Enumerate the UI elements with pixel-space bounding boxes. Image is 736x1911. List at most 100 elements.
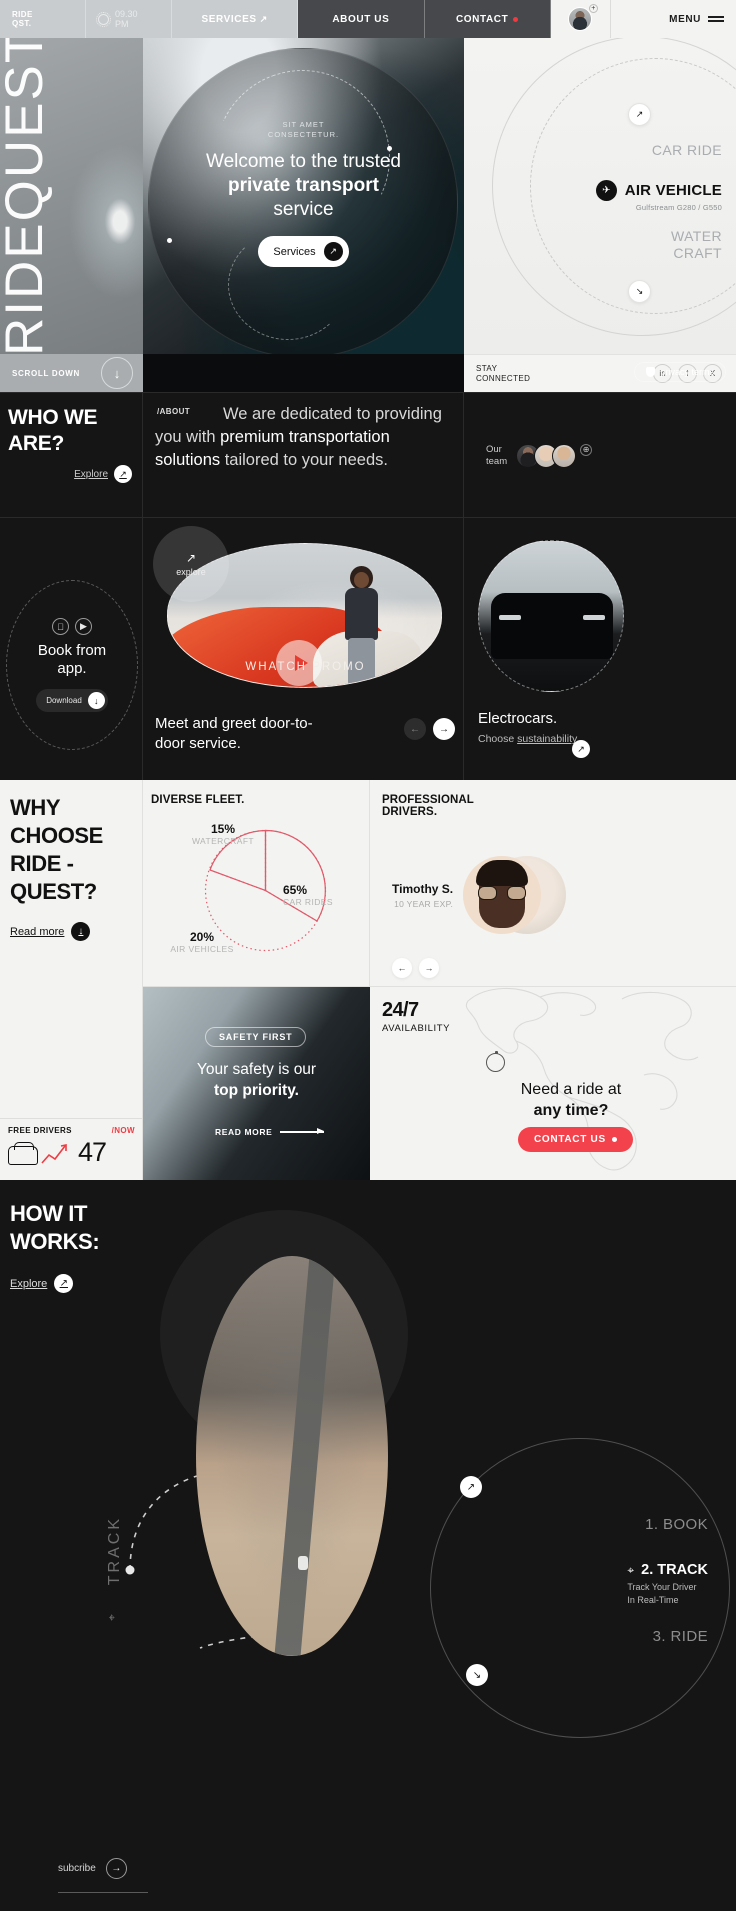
service-option-car-ride[interactable]: CAR RIDE (652, 142, 722, 158)
scroll-down-label: SCROLL DOWN (12, 368, 80, 378)
electrocars-title: Electrocars. (478, 710, 558, 727)
pie-label-car-rides: 65% CAR RIDES (283, 883, 363, 907)
pie-value-car-rides: 65% (283, 883, 308, 897)
avatar-add-icon[interactable]: + (588, 4, 598, 13)
professional-drivers-card: PROFESSIONAL DRIVERS. Timothy S. 10 YEAR… (370, 780, 736, 987)
brand-line2: QST. (12, 19, 32, 28)
nav-item-about-us[interactable]: ABOUT US (298, 0, 425, 38)
google-play-icon[interactable]: ▶ (75, 618, 92, 635)
arrow-down-icon: ↓ (71, 922, 91, 941)
about-text-c: tailored to your needs. (220, 451, 388, 469)
nav-item-about-us-label: ABOUT US (332, 13, 390, 25)
subscribe-button[interactable]: subcribe → (58, 1858, 127, 1879)
ring-chip-bottom[interactable]: ↘ (628, 280, 651, 303)
electrocars-arrow-button[interactable]: ↗ (572, 740, 590, 758)
stay-connected-label: STAY CONNECTED (476, 364, 530, 383)
availability-label: AVAILABILITY (382, 1023, 451, 1034)
our-team-line2: team (486, 455, 508, 467)
our-team-line1: Our (486, 443, 502, 455)
who-we-are-heading-block: WHO WE ARE? Explore ↗ (0, 393, 143, 518)
drivers-prev-button[interactable]: ← (392, 958, 412, 978)
ring-chip-top[interactable]: ↗ (628, 103, 651, 126)
read-more-link[interactable]: Read more ↓ (10, 922, 132, 941)
glasses-left-icon (478, 886, 498, 900)
why-heading-line1: WHY (10, 795, 61, 820)
step-book-label: 1. BOOK (645, 1516, 708, 1533)
subscribe-underline (58, 1892, 148, 1893)
scroll-down-button[interactable]: ↓ (101, 357, 133, 389)
diverse-fleet-card: DIVERSE FLEET. 15% WATERCRAFT 65% CAR RI… (143, 780, 370, 987)
menu-button[interactable]: MENU (610, 0, 736, 38)
book-from-app-line2: app. (57, 660, 87, 677)
pie-label-air-vehicles: 20% AIR VEHICLES (147, 930, 257, 954)
promo-caption: Meet and greet door-to- door service. (155, 714, 313, 754)
airplane-icon: ✈ (595, 180, 617, 201)
team-avatars[interactable]: ⊕ (516, 443, 593, 468)
notification-dot-icon (513, 16, 519, 22)
hero-services-button-label: Services (273, 245, 316, 258)
step-track[interactable]: ⌖ 2. TRACK Track Your Driver In Real-Tim… (627, 1562, 708, 1607)
who-we-are-heading-line1: WHO WE (8, 406, 98, 429)
who-explore-link[interactable]: Explore ↗ (8, 465, 132, 483)
book-from-app-card:  ▶ Book from app. Download ↓ (0, 518, 143, 781)
electrocar-silhouette (491, 593, 613, 659)
electrocars-sub-line1: Choose (478, 733, 515, 745)
book-from-app-oval:  ▶ Book from app. Download ↓ (6, 580, 138, 750)
promo-explore-bubble[interactable]: ↗ explore (153, 526, 229, 602)
download-button[interactable]: Download ↓ (36, 689, 108, 712)
availability-stat: 24/7 AVAILABILITY (382, 999, 450, 1034)
subscribe-label: subcribe (58, 1863, 96, 1874)
driver-hair (476, 860, 529, 886)
read-more-label: Read more (10, 925, 65, 938)
nav-item-services[interactable]: SERVICES ↗ (172, 0, 299, 38)
steps-chip-top[interactable]: ↗ (460, 1476, 482, 1498)
free-drivers-now: /NOW (111, 1126, 135, 1135)
nav-item-contact[interactable]: CONTACT (424, 0, 551, 38)
pie-category-watercraft: WATERCRAFT (191, 836, 255, 846)
free-drivers-widget: FREE DRIVERS /NOW 47 (0, 1118, 143, 1180)
step-book[interactable]: 1. BOOK (645, 1516, 708, 1533)
promo-prev-button[interactable]: ← (404, 718, 426, 740)
arrow-right-icon: → (105, 1858, 127, 1879)
steps-chip-bottom[interactable]: ↘ (466, 1664, 488, 1686)
stay-line1: STAY (476, 364, 498, 373)
arrow-right-icon (280, 1127, 325, 1136)
weather-time-widget: 09.30 PM (86, 0, 172, 38)
arrow-up-right-icon: ↗ (185, 551, 197, 565)
nav-item-services-label: SERVICES (201, 13, 257, 25)
need-ride-line1: Need a ride at (520, 1081, 622, 1098)
service-label-water-craft-2: CRAFT (673, 245, 722, 261)
menu-button-label: MENU (669, 13, 701, 25)
headlight-left-icon (499, 615, 521, 620)
our-team-block: Our team ⊕ (464, 393, 736, 518)
electrocars-sub-line2[interactable]: sustainability. (517, 733, 579, 745)
download-icon: ↓ (87, 692, 105, 709)
about-tag: /ABOUT (157, 407, 191, 416)
hero-services-button[interactable]: Services ↗ (258, 236, 349, 267)
brand-logo[interactable]: RIDE QST. (0, 0, 86, 38)
arrow-up-right-icon: ↗ (114, 465, 132, 483)
service-option-water-craft[interactable]: WATER CRAFT (671, 228, 722, 262)
how-explore-link[interactable]: Explore ↗ (10, 1274, 74, 1293)
account-avatar[interactable]: + (550, 0, 611, 38)
drivers-next-button[interactable]: → (419, 958, 439, 978)
service-option-air-vehicle[interactable]: ✈ AIR VEHICLE Gulfstream G280 / G550 (595, 180, 722, 212)
safety-read-more-button[interactable]: READ MORE (215, 1127, 325, 1137)
pie-category-car-rides: CAR RIDES (283, 897, 333, 907)
promo-next-button[interactable]: → (433, 718, 455, 740)
how-explore-label: Explore (10, 1277, 48, 1290)
step-ride[interactable]: 3. RIDE (653, 1628, 708, 1645)
location-pin-icon: ⌖ (104, 1614, 119, 1621)
headlight-right-icon (583, 615, 605, 620)
apple-icon[interactable]:  (52, 618, 69, 635)
team-add-icon[interactable]: ⊕ (580, 443, 593, 456)
contact-us-button[interactable]: CONTACT US (518, 1127, 633, 1152)
hero-title-line3: service (273, 199, 334, 220)
track-vertical-label: TRACK (106, 1516, 123, 1586)
hero-right-panel: ↗ ↘ CAR RIDE ✈ AIR VEHICLE Gulfstream G2… (464, 0, 736, 392)
pie-category-air-vehicles: AIR VEHICLES (170, 944, 234, 954)
about-paragraph: We are dedicated to providing you with p… (155, 403, 451, 472)
driver-name: Timothy S. (392, 881, 454, 896)
service-label-air-vehicle: AIR VEHICLE (624, 182, 722, 199)
privacy-terms-button[interactable]: privacy terms (634, 362, 726, 382)
